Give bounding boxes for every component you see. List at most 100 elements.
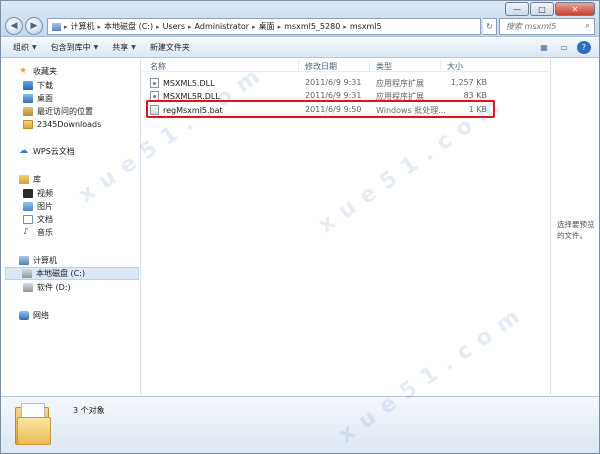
chevron-right-icon[interactable]: ▸ [156,23,160,31]
sidebar-item-2345downloads[interactable]: 2345Downloads [23,118,101,130]
library-icon [19,174,29,184]
sidebar-item-desktop[interactable]: 桌面 [23,92,53,104]
highlight-box [146,100,495,118]
preview-message: 选择要预览的文件。 [557,220,595,240]
sidebar-item-libraries[interactable]: 库 [19,173,41,185]
drive-icon [23,282,33,292]
dll-file-icon [150,78,159,88]
organize-label: 组织 [13,43,29,52]
breadcrumb-administrator[interactable]: Administrator [195,22,250,31]
document-icon [23,214,33,224]
search-input[interactable]: 搜索 msxml5 ⌕ [499,18,595,35]
sidebar-item-network[interactable]: 网络 [19,309,49,321]
maximize-button[interactable]: □ [530,2,554,16]
forward-arrow-icon: ▶ [30,21,38,31]
sidebar-item-label: 收藏夹 [33,66,57,76]
sidebar-item-label: 库 [33,174,41,184]
computer-icon [52,22,61,31]
chevron-right-icon[interactable]: ▸ [98,23,102,31]
command-bar: 组织 ▼ 包含到库中 ▼ 共享 ▼ 新建文件夹 ▦ ▭ ? [1,38,599,58]
sidebar-item-documents[interactable]: 文档 [23,213,53,225]
sidebar-item-label: 图片 [37,201,53,211]
title-bar: — □ ✕ ◀ ▶ ▸ 计算机 ▸ 本地磁盘 (C:) ▸ Users ▸ Ad… [1,1,599,37]
chevron-right-icon[interactable]: ▸ [278,23,282,31]
column-header-name[interactable]: 名称 [144,61,166,71]
new-folder-button[interactable]: 新建文件夹 [150,42,190,53]
chevron-right-icon[interactable]: ▸ [343,23,347,31]
include-in-library-menu[interactable]: 包含到库中 ▼ [51,42,99,53]
navigation-pane: ★ 收藏夹 下载 桌面 最近访问的位置 2345Downloads ☁ WPS云… [1,59,141,395]
item-count: 3 个对象 [73,406,105,415]
sidebar-item-wps-cloud[interactable]: ☁ WPS云文档 [19,145,75,157]
drive-icon [22,269,32,278]
computer-icon [19,255,29,265]
sidebar-item-label: WPS云文档 [33,146,75,156]
sidebar-item-label: 2345Downloads [37,119,102,129]
back-arrow-icon: ◀ [10,21,18,31]
chevron-right-icon[interactable]: ▸ [188,23,192,31]
breadcrumb-desktop[interactable]: 桌面 [259,21,275,32]
share-label: 共享 [112,43,129,52]
folder-icon [15,403,53,447]
column-header-type[interactable]: 类型 [369,61,392,71]
sidebar-item-label: 计算机 [33,255,57,265]
breadcrumb-computer[interactable]: 计算机 [71,21,95,32]
sidebar-item-label: 视频 [37,188,53,198]
file-list: 名称 修改日期 类型 大小 MSXML5.DLL 2011/6/9 9:31 应… [142,59,549,395]
help-icon[interactable]: ? [577,41,591,54]
dropdown-arrow-icon: ▼ [93,44,99,51]
forward-button[interactable]: ▶ [25,17,43,35]
file-size: 1,257 KB [450,78,487,87]
sidebar-item-drive-c[interactable]: 本地磁盘 (C:) [5,267,139,280]
sidebar-item-label: 桌面 [37,93,53,103]
file-date: 2011/6/9 9:31 [305,91,362,100]
search-placeholder: 搜索 msxml5 [506,22,557,31]
sidebar-item-label: 软件 (D:) [37,282,71,292]
sidebar-item-label: 下载 [37,80,53,90]
folder-icon [23,119,33,129]
sidebar-item-label: 文档 [37,214,53,224]
breadcrumb-msxml5-5280[interactable]: msxml5_5280 [284,22,340,31]
breadcrumb-users[interactable]: Users [163,22,185,31]
sidebar-item-label: 音乐 [37,227,53,237]
file-row[interactable]: MSXML5.DLL 2011/6/9 9:31 应用程序扩展 1,257 KB [142,76,549,89]
chevron-right-icon[interactable]: ▸ [252,23,256,31]
organize-menu[interactable]: 组织 ▼ [13,42,37,53]
column-header-row: 名称 修改日期 类型 大小 [142,59,549,72]
include-in-library-label: 包含到库中 [50,43,91,52]
sidebar-item-recent[interactable]: 最近访问的位置 [23,105,93,117]
details-pane: 3 个对象 [1,396,599,453]
sidebar-item-music[interactable]: ♪ 音乐 [23,226,53,238]
desktop-icon [23,93,33,103]
download-folder-icon [23,80,33,90]
sidebar-item-drive-d[interactable]: 软件 (D:) [23,281,71,293]
sidebar-item-pictures[interactable]: 图片 [23,200,53,212]
preview-pane-icon[interactable]: ▭ [557,41,571,54]
dropdown-arrow-icon: ▼ [32,44,37,51]
sidebar-item-computer[interactable]: 计算机 [19,254,57,266]
file-type: 应用程序扩展 [376,79,424,88]
sidebar-item-label: 网络 [33,310,49,320]
chevron-right-icon: ▸ [64,22,68,31]
close-button[interactable]: ✕ [555,2,595,16]
share-menu[interactable]: 共享 ▼ [112,42,136,53]
sidebar-item-videos[interactable]: 视频 [23,187,53,199]
pictures-icon [23,201,33,211]
column-header-size[interactable]: 大小 [440,61,463,71]
column-header-date[interactable]: 修改日期 [298,61,337,71]
address-bar[interactable]: ▸ 计算机 ▸ 本地磁盘 (C:) ▸ Users ▸ Administrato… [47,18,481,35]
dropdown-arrow-icon: ▼ [131,44,136,51]
sidebar-item-downloads[interactable]: 下载 [23,79,53,91]
refresh-icon: ↻ [486,22,493,31]
back-button[interactable]: ◀ [5,17,23,35]
window-controls: — □ ✕ [505,2,595,16]
network-icon [19,310,29,320]
cloud-icon: ☁ [19,145,28,156]
minimize-button[interactable]: — [505,2,529,16]
file-size: 83 KB [463,91,487,100]
breadcrumb-msxml5[interactable]: msxml5 [350,22,382,31]
refresh-button[interactable]: ↻ [483,18,497,35]
sidebar-item-favorites[interactable]: ★ 收藏夹 [19,65,57,77]
breadcrumb-drive-c[interactable]: 本地磁盘 (C:) [104,21,153,32]
view-options-icon[interactable]: ▦ [537,41,551,54]
